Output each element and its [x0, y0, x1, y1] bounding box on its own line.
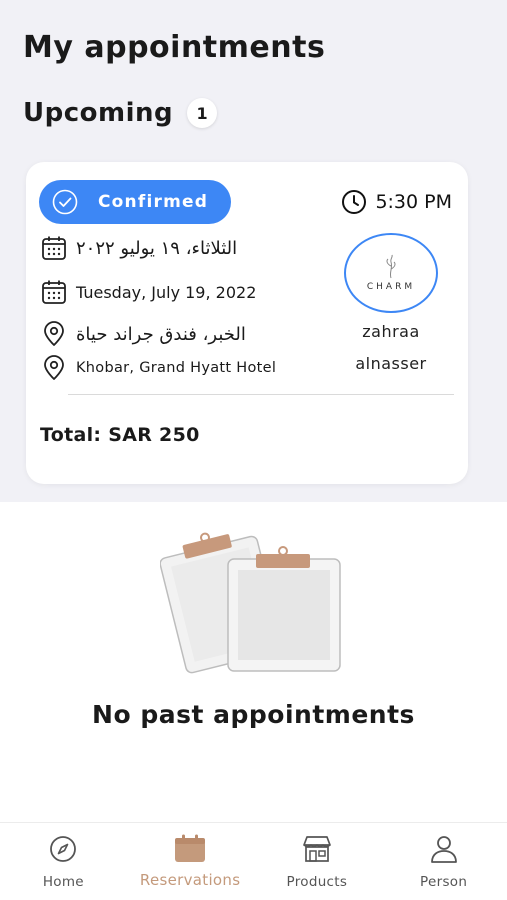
tab-reservations-label: Reservations: [139, 871, 241, 889]
date-arabic-row: الثلاثاء، ١٩ يوليو ٢٠٢٢: [40, 234, 237, 262]
location-arabic-row: الخبر، فندق جراند حياة: [40, 320, 246, 348]
calendar-icon: [174, 833, 206, 865]
tab-person[interactable]: Person: [380, 823, 507, 900]
total-price: Total: SAR 250: [40, 424, 200, 446]
status-badge: Confirmed: [39, 180, 231, 224]
date-arabic: الثلاثاء، ١٩ يوليو ٢٠٢٢: [76, 237, 238, 259]
tab-products-label: Products: [286, 874, 348, 890]
tab-home[interactable]: Home: [0, 823, 127, 900]
person-icon: [428, 833, 460, 865]
compass-icon: [47, 833, 79, 865]
tab-home-label: Home: [42, 874, 84, 890]
provider-logo-text: CHARM: [366, 282, 416, 292]
location-pin-icon: [40, 320, 68, 348]
provider-logo: CHARM: [344, 233, 438, 313]
time-label: 5:30 PM: [375, 191, 452, 213]
date-english: Tuesday, July 19, 2022: [76, 282, 257, 302]
check-circle-icon: [52, 189, 78, 215]
location-arabic: الخبر، فندق جراند حياة: [76, 323, 246, 345]
appointment-card[interactable]: Confirmed 5:30 PM الثلاثاء، ١٩ يوليو ٢٠٢…: [26, 162, 468, 484]
flower-icon: [386, 254, 396, 279]
status-label: Confirmed: [98, 192, 209, 212]
appointment-time: 5:30 PM: [341, 189, 452, 215]
tab-reservations[interactable]: Reservations: [127, 823, 254, 900]
location-english: Khobar, Grand Hyatt Hotel: [76, 360, 277, 376]
empty-past-message: No past appointments: [92, 700, 415, 729]
provider-last-name: alnasser: [355, 354, 427, 373]
clock-icon: [341, 189, 367, 215]
date-english-row: Tuesday, July 19, 2022: [40, 278, 256, 306]
tab-products[interactable]: Products: [254, 823, 381, 900]
tab-person-label: Person: [420, 874, 468, 890]
provider-first-name: zahraa: [362, 322, 420, 341]
location-english-row: Khobar, Grand Hyatt Hotel: [40, 354, 276, 382]
calendar-icon: [40, 234, 68, 262]
calendar-icon: [40, 278, 68, 306]
upcoming-header: Upcoming 1: [23, 98, 218, 128]
page-title: My appointments: [23, 30, 326, 65]
upcoming-title: Upcoming: [23, 98, 174, 128]
store-icon: [301, 833, 333, 865]
clipboards-icon: [160, 532, 341, 674]
upcoming-count-badge: 1: [187, 98, 218, 128]
divider: [68, 394, 454, 395]
bottom-tab-bar: Home Reservations Products Person: [0, 822, 507, 900]
location-pin-icon: [40, 354, 68, 382]
